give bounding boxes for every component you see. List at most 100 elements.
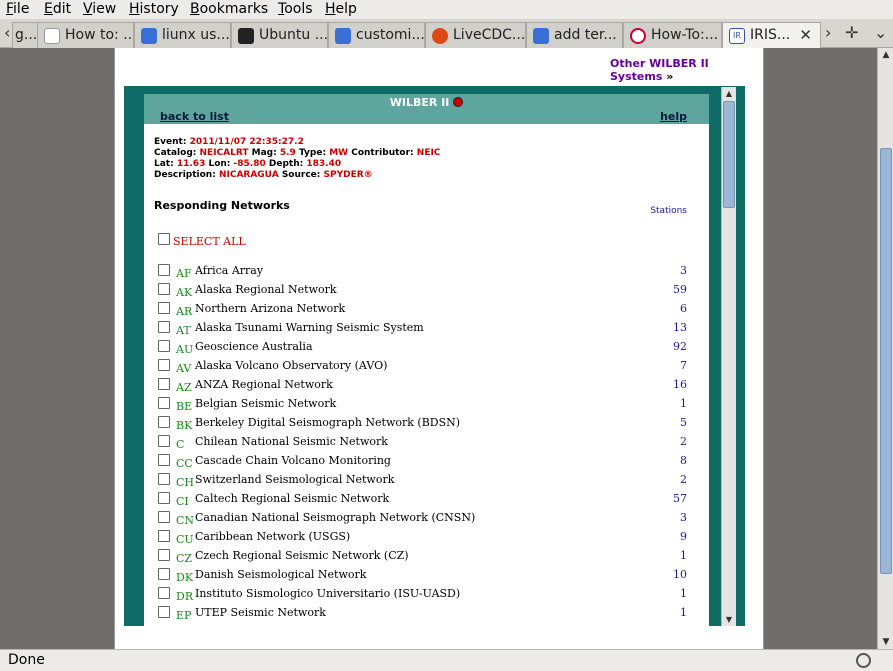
station-count: 6: [680, 302, 687, 315]
station-count: 8: [680, 454, 687, 467]
menu-view[interactable]: View: [83, 0, 116, 19]
description-value: NICARAGUA: [218, 170, 279, 180]
menu-file-rest: ile: [13, 1, 30, 17]
scrollbar-thumb[interactable]: [880, 148, 892, 574]
station-count: 57: [673, 492, 687, 505]
network-name: Switzerland Seismological Network: [195, 473, 395, 486]
network-row[interactable]: DR Instituto Sismologico Universitario (I…: [144, 584, 709, 603]
network-row[interactable]: AK Alaska Regional Network 59: [144, 280, 709, 299]
tab-7[interactable]: How-To:...: [623, 22, 722, 48]
tab-3[interactable]: Ubuntu ...: [231, 22, 328, 48]
menu-view-mnemonic: V: [83, 1, 93, 17]
network-checkbox[interactable]: [158, 264, 170, 276]
network-row[interactable]: AF Africa Array 3: [144, 261, 709, 280]
scroll-down-icon[interactable]: ▼: [878, 635, 893, 649]
menu-bar: File Edit View History Bookmarks Tools H…: [0, 0, 893, 19]
other-wilber-systems-link[interactable]: Other WILBER II Systems »: [610, 57, 763, 83]
network-checkbox[interactable]: [158, 587, 170, 599]
network-checkbox[interactable]: [158, 606, 170, 618]
scroll-up-icon[interactable]: ▲: [722, 87, 736, 100]
select-all-checkbox[interactable]: [158, 233, 170, 245]
network-checkbox[interactable]: [158, 530, 170, 542]
network-checkbox[interactable]: [158, 492, 170, 504]
network-name: Alaska Tsunami Warning Seismic System: [195, 321, 424, 334]
network-checkbox[interactable]: [158, 378, 170, 390]
contributor-value: NEIC: [416, 148, 441, 158]
network-row[interactable]: CC Cascade Chain Volcano Monitoring 8: [144, 451, 709, 470]
network-row[interactable]: CZ Czech Regional Seismic Network (CZ) 1: [144, 546, 709, 565]
station-count: 1: [680, 587, 687, 600]
network-row[interactable]: EP UTEP Seismic Network 1: [144, 603, 709, 622]
network-checkbox[interactable]: [158, 359, 170, 371]
network-row[interactable]: AT Alaska Tsunami Warning Seismic System 1…: [144, 318, 709, 337]
network-row[interactable]: CH Switzerland Seismological Network 2: [144, 470, 709, 489]
tab-6[interactable]: add ter...: [526, 22, 623, 48]
network-name: Berkeley Digital Seismograph Network (BD…: [195, 416, 461, 429]
close-tab-icon[interactable]: ✕: [799, 23, 812, 47]
catalog-value: NEICALRT: [199, 148, 249, 158]
network-code: BK: [176, 419, 193, 432]
station-count: 7: [680, 359, 687, 372]
page-scrollbar[interactable]: ▲ ▼: [877, 48, 893, 649]
menu-tools[interactable]: Tools: [278, 0, 313, 19]
network-checkbox[interactable]: [158, 340, 170, 352]
tab-5[interactable]: LiveCDC...: [425, 22, 526, 48]
google-icon: [141, 28, 157, 44]
ubuntu-icon: [432, 28, 448, 44]
network-checkbox[interactable]: [158, 283, 170, 295]
back-to-list-link[interactable]: back to list: [160, 110, 229, 123]
lat-value: 11.63: [176, 159, 206, 169]
scrollbar-thumb[interactable]: [723, 101, 735, 208]
network-checkbox[interactable]: [158, 435, 170, 447]
debian-swirl-icon: [630, 28, 646, 44]
scroll-down-icon[interactable]: ▼: [722, 613, 736, 626]
network-checkbox[interactable]: [158, 568, 170, 580]
network-row[interactable]: CU Caribbean Network (USGS) 9: [144, 527, 709, 546]
menu-edit[interactable]: Edit: [44, 0, 71, 19]
network-name: Chilean National Seismic Network: [195, 435, 388, 448]
network-row[interactable]: C Chilean National Seismic Network 2: [144, 432, 709, 451]
menu-history[interactable]: History: [129, 0, 179, 19]
tab-1[interactable]: How to: ...: [37, 22, 134, 48]
tab-scroll-right-icon[interactable]: ›: [825, 23, 831, 42]
network-checkbox[interactable]: [158, 321, 170, 333]
tab-scroll-left-icon[interactable]: ‹: [4, 23, 10, 42]
network-checkbox[interactable]: [158, 473, 170, 485]
menu-file[interactable]: File: [6, 0, 29, 19]
event-line-2: Catalog: NEICALRT Mag: 5.9 Type: MW Cont…: [154, 148, 441, 158]
network-row[interactable]: CI Caltech Regional Seismic Network 57: [144, 489, 709, 508]
network-checkbox[interactable]: [158, 454, 170, 466]
new-tab-icon[interactable]: ✛: [845, 23, 858, 42]
google-icon: [533, 28, 549, 44]
network-row[interactable]: AU Geoscience Australia 92: [144, 337, 709, 356]
raquo-icon: »: [666, 70, 674, 83]
tab-2[interactable]: liunx us...: [134, 22, 231, 48]
network-row[interactable]: BE Belgian Seismic Network 1: [144, 394, 709, 413]
scroll-up-icon[interactable]: ▲: [878, 48, 893, 62]
frame-scrollbar[interactable]: ▲ ▼: [721, 87, 736, 626]
network-row[interactable]: AZ ANZA Regional Network 16: [144, 375, 709, 394]
tux-penguin-icon: [238, 28, 254, 44]
network-row[interactable]: AV Alaska Volcano Observatory (AVO) 7: [144, 356, 709, 375]
select-all-label: SELECT ALL: [173, 235, 246, 248]
other-systems-label: Other WILBER II Systems: [610, 57, 709, 83]
help-link[interactable]: help: [660, 110, 687, 123]
tab-label: LiveCDC...: [453, 27, 526, 43]
network-checkbox[interactable]: [158, 549, 170, 561]
network-code: CZ: [176, 552, 193, 565]
station-count: 9: [680, 530, 687, 543]
network-row[interactable]: CN Canadian National Seismograph Network …: [144, 508, 709, 527]
menu-bookmarks[interactable]: Bookmarks: [190, 0, 268, 19]
network-row[interactable]: BK Berkeley Digital Seismograph Network (…: [144, 413, 709, 432]
tab-list-icon[interactable]: ⌄: [874, 23, 887, 42]
network-row[interactable]: AR Northern Arizona Network 6: [144, 299, 709, 318]
network-checkbox[interactable]: [158, 397, 170, 409]
network-row[interactable]: DK Danish Seismological Network 10: [144, 565, 709, 584]
network-checkbox[interactable]: [158, 416, 170, 428]
menu-help[interactable]: Help: [325, 0, 357, 19]
network-checkbox[interactable]: [158, 302, 170, 314]
network-name: Caltech Regional Seismic Network: [195, 492, 390, 505]
tab-4[interactable]: customi...: [328, 22, 425, 48]
network-checkbox[interactable]: [158, 511, 170, 523]
tab-8-active[interactable]: IR IRIS... ✕: [722, 22, 821, 49]
